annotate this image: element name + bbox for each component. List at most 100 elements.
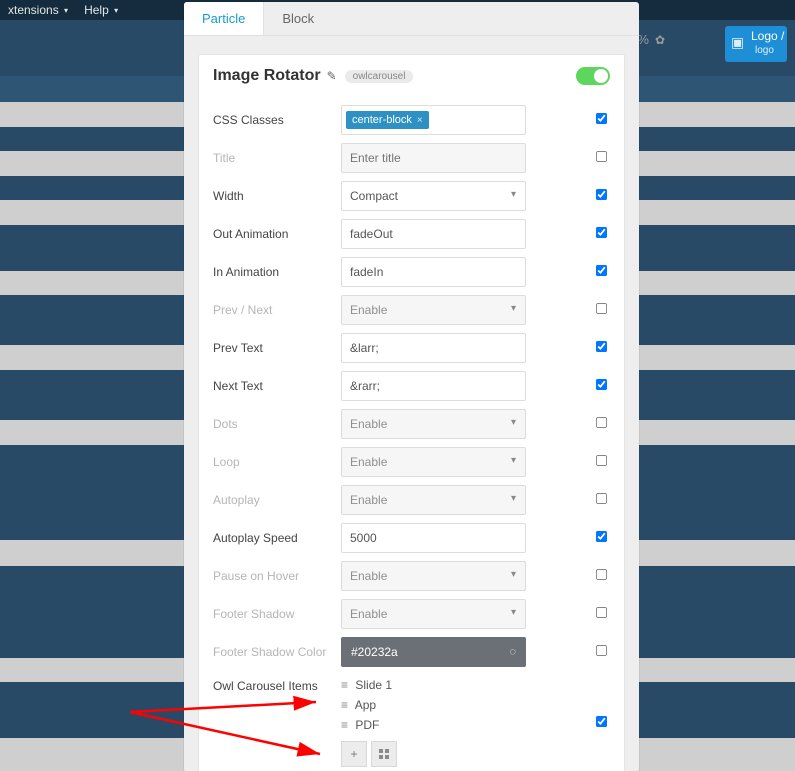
carousel-item[interactable]: ≡ App	[341, 695, 590, 715]
label-prev-text: Prev Text	[211, 341, 341, 355]
menu-extensions-label: xtensions	[8, 3, 59, 17]
pencil-icon[interactable]: ✎	[327, 69, 337, 83]
field-footer-shadow: Footer Shadow Enable	[199, 595, 624, 633]
out-animation-input[interactable]	[341, 219, 526, 249]
override-checkbox-css-classes[interactable]	[595, 113, 606, 124]
override-checkbox-carousel-items[interactable]	[595, 716, 606, 727]
label-title: Title	[211, 151, 341, 165]
logo-particle-chip[interactable]: ▣ Logo / logo	[725, 26, 787, 62]
image-icon: ▣	[731, 36, 744, 49]
field-pause-hover: Pause on Hover Enable	[199, 557, 624, 595]
label-in-animation: In Animation	[211, 265, 341, 279]
title-input[interactable]	[341, 143, 526, 173]
tab-block[interactable]: Block	[264, 2, 332, 35]
label-footer-shadow-color: Footer Shadow Color	[211, 645, 341, 659]
tag-center-block[interactable]: center-block ×	[346, 111, 429, 129]
override-checkbox-prev-text[interactable]	[595, 341, 606, 352]
override-checkbox-pause-hover[interactable]	[595, 569, 606, 580]
settings-panel: Image Rotator ✎ owlcarousel CSS Classes …	[198, 54, 625, 771]
menu-help[interactable]: Help ▾	[76, 3, 126, 17]
tag-label: center-block	[352, 114, 412, 126]
override-checkbox-out-animation[interactable]	[595, 227, 606, 238]
field-carousel-items: Owl Carousel Items ≡ Slide 1 ≡ App ≡ PDF	[199, 671, 624, 771]
dots-select[interactable]: Enable	[341, 409, 526, 439]
field-in-animation: In Animation	[199, 253, 624, 291]
autoplay-speed-input[interactable]	[341, 523, 526, 553]
caret-down-icon: ▾	[114, 6, 118, 15]
panel-title: Image Rotator	[213, 67, 321, 85]
width-select[interactable]: Compact	[341, 181, 526, 211]
pause-hover-select[interactable]: Enable	[341, 561, 526, 591]
label-footer-shadow: Footer Shadow	[211, 607, 341, 621]
carousel-item-list: ≡ Slide 1 ≡ App ≡ PDF	[341, 675, 590, 735]
eyedropper-icon: ◌	[509, 646, 516, 658]
field-title: Title	[199, 139, 624, 177]
field-prev-next: Prev / Next Enable	[199, 291, 624, 329]
override-checkbox-footer-shadow-color[interactable]	[595, 645, 606, 656]
carousel-item-label: PDF	[355, 718, 379, 732]
override-checkbox-autoplay-speed[interactable]	[595, 531, 606, 542]
override-checkbox-loop[interactable]	[595, 455, 606, 466]
edit-all-button[interactable]	[371, 741, 397, 767]
label-loop: Loop	[211, 455, 341, 469]
grid-icon	[379, 749, 389, 759]
footer-shadow-color-input[interactable]: #20232a ◌	[341, 637, 526, 667]
particle-settings-modal: Particle Block Image Rotator ✎ owlcarous…	[184, 2, 639, 771]
label-out-animation: Out Animation	[211, 227, 341, 241]
carousel-item-actions: +	[341, 741, 590, 767]
css-classes-input[interactable]: center-block ×	[341, 105, 526, 135]
carousel-item-label: Slide 1	[355, 678, 392, 692]
label-autoplay-speed: Autoplay Speed	[211, 531, 341, 545]
logo-chip-subtitle: logo	[755, 44, 774, 57]
field-prev-text: Prev Text	[199, 329, 624, 367]
logo-chip-title: Logo /	[751, 30, 784, 43]
field-out-animation: Out Animation	[199, 215, 624, 253]
override-checkbox-prev-next[interactable]	[595, 303, 606, 314]
override-checkbox-width[interactable]	[595, 189, 606, 200]
drag-handle-icon[interactable]: ≡	[341, 678, 346, 692]
field-width: Width Compact	[199, 177, 624, 215]
label-width: Width	[211, 189, 341, 203]
override-checkbox-dots[interactable]	[595, 417, 606, 428]
panel-header: Image Rotator ✎ owlcarousel	[199, 55, 624, 101]
field-loop: Loop Enable	[199, 443, 624, 481]
menu-extensions[interactable]: xtensions ▾	[0, 3, 76, 17]
in-animation-input[interactable]	[341, 257, 526, 287]
prev-text-input[interactable]	[341, 333, 526, 363]
tab-particle[interactable]: Particle	[184, 2, 264, 35]
override-checkbox-autoplay[interactable]	[595, 493, 606, 504]
next-text-input[interactable]	[341, 371, 526, 401]
field-autoplay-speed: Autoplay Speed	[199, 519, 624, 557]
field-css-classes: CSS Classes center-block ×	[199, 101, 624, 139]
particle-slug-badge: owlcarousel	[345, 70, 414, 83]
enabled-toggle[interactable]	[576, 67, 610, 85]
override-checkbox-next-text[interactable]	[595, 379, 606, 390]
autoplay-select[interactable]: Enable	[341, 485, 526, 515]
modal-tabs: Particle Block	[184, 2, 639, 36]
prev-next-select[interactable]: Enable	[341, 295, 526, 325]
override-checkbox-in-animation[interactable]	[595, 265, 606, 276]
field-footer-shadow-color: Footer Shadow Color #20232a ◌	[199, 633, 624, 671]
loop-select[interactable]: Enable	[341, 447, 526, 477]
color-value: #20232a	[351, 645, 398, 659]
carousel-item[interactable]: ≡ PDF	[341, 715, 590, 735]
plus-icon: +	[350, 747, 357, 761]
drag-handle-icon[interactable]: ≡	[341, 718, 346, 732]
label-carousel-items: Owl Carousel Items	[211, 675, 341, 693]
carousel-item[interactable]: ≡ Slide 1	[341, 675, 590, 695]
drag-handle-icon[interactable]: ≡	[341, 698, 346, 712]
gear-icon[interactable]: ✿	[655, 33, 665, 47]
override-checkbox-title[interactable]	[595, 151, 606, 162]
footer-shadow-select[interactable]: Enable	[341, 599, 526, 629]
label-pause-hover: Pause on Hover	[211, 569, 341, 583]
override-checkbox-footer-shadow[interactable]	[595, 607, 606, 618]
carousel-item-label: App	[355, 698, 376, 712]
close-icon[interactable]: ×	[417, 115, 423, 126]
label-next-text: Next Text	[211, 379, 341, 393]
label-autoplay: Autoplay	[211, 493, 341, 507]
add-item-button[interactable]: +	[341, 741, 367, 767]
menu-help-label: Help	[84, 3, 109, 17]
field-next-text: Next Text	[199, 367, 624, 405]
caret-down-icon: ▾	[64, 6, 68, 15]
label-css-classes: CSS Classes	[211, 113, 341, 127]
